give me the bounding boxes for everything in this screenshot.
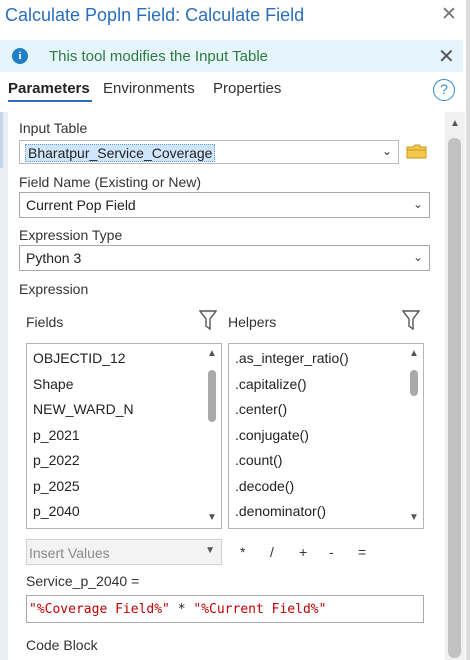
tab-properties[interactable]: Properties bbox=[213, 80, 281, 97]
list-item[interactable]: .decode() bbox=[235, 478, 294, 494]
list-item[interactable]: .count() bbox=[235, 452, 282, 468]
scroll-up-icon[interactable]: ▲ bbox=[450, 118, 460, 129]
filter-icon[interactable] bbox=[199, 310, 217, 330]
active-tab-indicator bbox=[8, 100, 92, 102]
list-item[interactable]: .conjugate() bbox=[235, 427, 309, 443]
expression-type-value: Python 3 bbox=[26, 250, 82, 266]
list-item[interactable]: .denominator() bbox=[235, 503, 326, 519]
scroll-up-icon[interactable]: ▲ bbox=[207, 348, 217, 359]
list-item[interactable]: p_2022 bbox=[33, 452, 80, 468]
fields-label: Fields bbox=[26, 314, 64, 330]
list-item[interactable]: .center() bbox=[235, 401, 287, 417]
scroll-thumb[interactable] bbox=[448, 138, 461, 658]
helpers-label: Helpers bbox=[228, 314, 277, 330]
expression-type-dropdown[interactable]: Python 3 ⌄ bbox=[19, 245, 430, 271]
code-block-label: Code Block bbox=[26, 637, 98, 653]
list-item[interactable]: Shape bbox=[33, 376, 73, 392]
caret-down-icon[interactable]: ▼ bbox=[205, 545, 215, 556]
fields-scrollbar[interactable]: ▲ ▼ bbox=[205, 346, 219, 526]
field-name-dropdown[interactable]: Current Pop Field ⌄ bbox=[19, 192, 430, 218]
helpers-list[interactable]: .as_integer_ratio() .capitalize() .cente… bbox=[228, 343, 424, 529]
subtract-operator-button[interactable]: - bbox=[329, 544, 334, 560]
filter-icon[interactable] bbox=[402, 310, 420, 330]
chevron-down-icon[interactable]: ⌄ bbox=[413, 250, 423, 264]
add-operator-button[interactable]: + bbox=[299, 544, 307, 560]
list-item[interactable]: p_2025 bbox=[33, 478, 80, 494]
info-icon: i bbox=[12, 48, 28, 64]
multiply-operator-button[interactable]: * bbox=[240, 544, 245, 560]
expression-type-label: Expression Type bbox=[19, 227, 123, 243]
input-table-value[interactable]: Bharatpur_Service_Coverage bbox=[25, 144, 216, 162]
folder-icon[interactable] bbox=[406, 144, 427, 159]
input-table-label: Input Table bbox=[19, 120, 88, 136]
insert-values-label: Insert Values bbox=[29, 545, 110, 561]
input-table-dropdown[interactable]: Bharatpur_Service_Coverage ⌄ bbox=[19, 140, 399, 164]
expression-label: Expression bbox=[19, 281, 89, 297]
divide-operator-button[interactable]: / bbox=[270, 544, 274, 560]
expression-text[interactable]: "%Coverage Field%" * "%Current Field%" bbox=[29, 602, 326, 617]
list-item[interactable]: OBJECTID_12 bbox=[33, 350, 126, 366]
chevron-down-icon[interactable]: ⌄ bbox=[413, 197, 423, 211]
scroll-thumb[interactable] bbox=[410, 370, 418, 396]
expression-input[interactable]: "%Coverage Field%" * "%Current Field%" bbox=[26, 595, 424, 623]
helpers-scrollbar[interactable]: ▲ ▼ bbox=[407, 346, 421, 526]
banner-close-icon[interactable]: ✕ bbox=[438, 44, 455, 69]
chevron-down-icon[interactable]: ⌄ bbox=[382, 144, 392, 158]
info-banner: i This tool modifies the Input Table ✕ bbox=[0, 40, 463, 72]
insert-values-dropdown[interactable]: Insert Values ▼ bbox=[26, 539, 222, 565]
list-item[interactable]: .capitalize() bbox=[235, 376, 307, 392]
field-name-label: Field Name (Existing or New) bbox=[19, 174, 202, 190]
active-parameter-indicator bbox=[0, 112, 3, 168]
panel-scrollbar[interactable]: ▲ bbox=[445, 112, 465, 660]
list-item[interactable]: .as_integer_ratio() bbox=[235, 350, 349, 366]
scroll-thumb[interactable] bbox=[208, 370, 216, 422]
help-icon[interactable]: ? bbox=[433, 79, 455, 101]
banner-message: This tool modifies the Input Table bbox=[49, 48, 269, 65]
assignment-label: Service_p_2040 = bbox=[26, 573, 140, 589]
equals-operator-button[interactable]: = bbox=[358, 544, 366, 560]
fields-list[interactable]: OBJECTID_12 Shape NEW_WARD_N p_2021 p_20… bbox=[26, 343, 222, 529]
list-item[interactable]: p_2040 bbox=[33, 503, 80, 519]
window-title: Calculate Popln Field: Calculate Field bbox=[5, 5, 305, 25]
pane-divider bbox=[466, 0, 470, 660]
scroll-up-icon[interactable]: ▲ bbox=[409, 348, 419, 359]
tab-environments[interactable]: Environments bbox=[103, 80, 195, 97]
tab-bar: Parameters Environments Properties bbox=[0, 78, 470, 102]
title-bar: Calculate Popln Field: Calculate Field ✕ bbox=[0, 0, 470, 36]
list-item[interactable]: NEW_WARD_N bbox=[33, 401, 134, 417]
scroll-down-icon[interactable]: ▼ bbox=[207, 512, 217, 523]
list-item[interactable]: p_2021 bbox=[33, 427, 80, 443]
scroll-down-icon[interactable]: ▼ bbox=[409, 512, 419, 523]
field-name-value: Current Pop Field bbox=[26, 197, 136, 213]
tab-parameters[interactable]: Parameters bbox=[8, 80, 90, 97]
parameter-gutter bbox=[0, 112, 8, 660]
close-icon[interactable]: ✕ bbox=[441, 3, 457, 26]
